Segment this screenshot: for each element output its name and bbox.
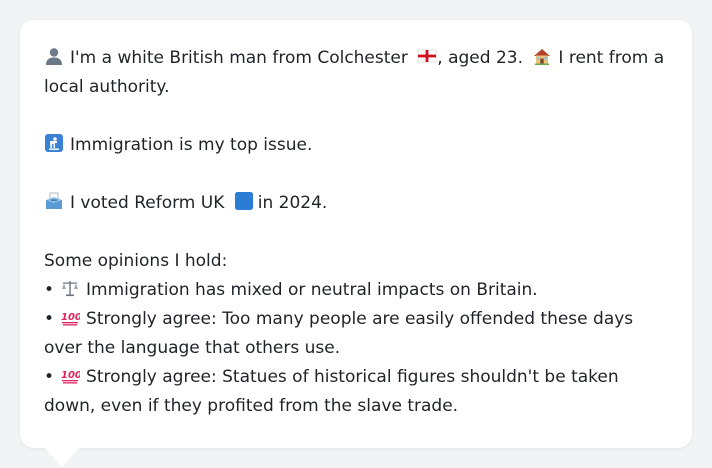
house-icon bbox=[534, 49, 551, 65]
opinion-item: • 100 Strongly agree: Too many people ar… bbox=[44, 305, 668, 363]
england-flag-icon bbox=[417, 49, 437, 63]
opinion-item: • Immigration has mixed or neutral impac… bbox=[44, 276, 668, 305]
svg-text:100: 100 bbox=[61, 312, 80, 323]
opinion-text: Strongly agree: Statues of historical fi… bbox=[44, 367, 619, 416]
hundred-points-icon: 100 bbox=[61, 370, 80, 384]
vote-text-suffix: in 2024. bbox=[257, 193, 328, 213]
person-icon bbox=[46, 48, 62, 65]
top-issue-text: Immigration is my top issue. bbox=[70, 135, 313, 155]
hundred-points-icon: 100 bbox=[61, 312, 80, 326]
svg-text:100: 100 bbox=[61, 370, 80, 381]
top-issue-line: Immigration is my top issue. bbox=[44, 131, 668, 160]
age-text: , aged 23. bbox=[437, 48, 523, 68]
bullet: • bbox=[44, 309, 55, 329]
balance-scale-icon bbox=[62, 281, 79, 297]
vote-text-prefix: I voted Reform UK bbox=[70, 193, 225, 213]
ballot-box-icon bbox=[46, 192, 62, 209]
intro-text: I'm a white British man from Colchester bbox=[70, 48, 408, 68]
opinions-heading: Some opinions I hold: bbox=[44, 251, 228, 271]
opinion-text: Immigration has mixed or neutral impacts… bbox=[86, 280, 538, 300]
bullet: • bbox=[44, 367, 55, 387]
blue-square-icon bbox=[234, 192, 253, 210]
profile-message-card: I'm a white British man from Colchester … bbox=[20, 20, 692, 448]
speech-bubble-tail bbox=[44, 447, 80, 467]
opinion-item: • 100 Strongly agree: Statues of histori… bbox=[44, 363, 668, 421]
opinion-text: Strongly agree: Too many people are easi… bbox=[44, 309, 634, 358]
passport-control-icon bbox=[45, 134, 63, 152]
profile-intro-line: I'm a white British man from Colchester … bbox=[44, 44, 668, 102]
vote-line: I voted Reform UK in 2024. bbox=[44, 189, 668, 218]
bullet: • bbox=[44, 280, 55, 300]
